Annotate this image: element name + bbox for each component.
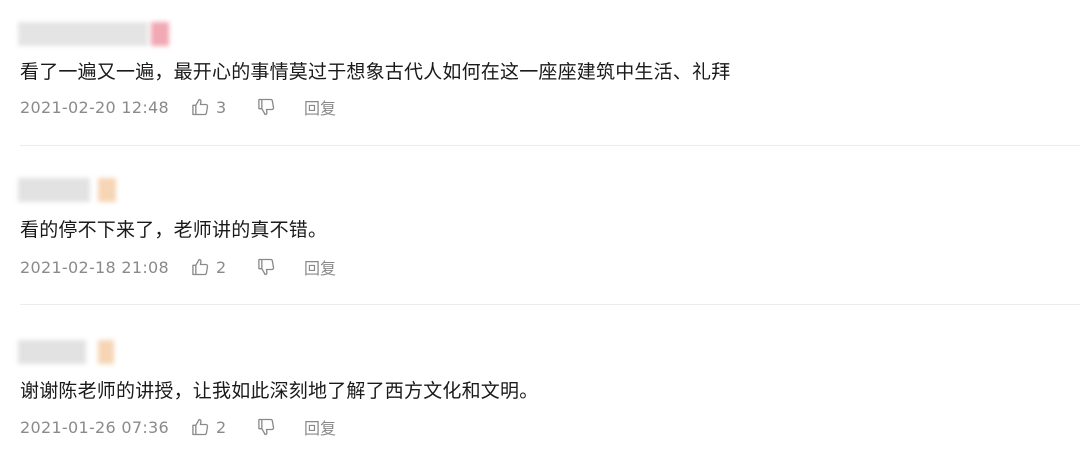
username-blurred [18,178,138,202]
dislike-button[interactable] [256,97,304,117]
comment-text: 看了一遍又一遍，最开心的事情莫过于想象古代人如何在这一座座建筑中生活、礼拜 [20,61,731,83]
comment-meta: 2021-02-18 21:08 2 回复 [20,255,336,279]
username-blurred [18,22,178,46]
comment-text: 谢谢陈老师的讲授，让我如此深刻地了解了西方文化和文明。 [20,380,539,402]
like-button[interactable]: 2 [190,417,256,437]
comment-meta: 2021-01-26 07:36 2 回复 [20,415,336,439]
like-count: 2 [216,257,227,277]
thumbs-down-icon [256,97,276,117]
divider [20,304,1080,305]
thumbs-up-icon [190,257,210,277]
comment-item: 看的停不下来了，老师讲的真不错。 2021-02-18 21:08 2 回复 [0,146,1080,306]
username-blurred [18,340,138,364]
comment-item: 看了一遍又一遍，最开心的事情莫过于想象古代人如何在这一座座建筑中生活、礼拜 20… [0,0,1080,146]
comment-item: 谢谢陈老师的讲授，让我如此深刻地了解了西方文化和文明。 2021-01-26 0… [0,306,1080,464]
comment-meta: 2021-02-20 12:48 3 回复 [20,95,336,119]
like-button[interactable]: 3 [190,97,256,117]
like-button[interactable]: 2 [190,257,256,277]
comment-text: 看的停不下来了，老师讲的真不错。 [20,219,328,241]
reply-button[interactable]: 回复 [304,255,336,279]
reply-button[interactable]: 回复 [304,415,336,439]
thumbs-up-icon [190,97,210,117]
comment-time: 2021-01-26 07:36 [20,417,169,437]
reply-button[interactable]: 回复 [304,95,336,119]
comment-time: 2021-02-20 12:48 [20,97,169,117]
dislike-button[interactable] [256,257,304,277]
thumbs-up-icon [190,417,210,437]
thumbs-down-icon [256,417,276,437]
dislike-button[interactable] [256,417,304,437]
thumbs-down-icon [256,257,276,277]
comment-time: 2021-02-18 21:08 [20,257,169,277]
like-count: 3 [216,97,227,117]
like-count: 2 [216,417,227,437]
